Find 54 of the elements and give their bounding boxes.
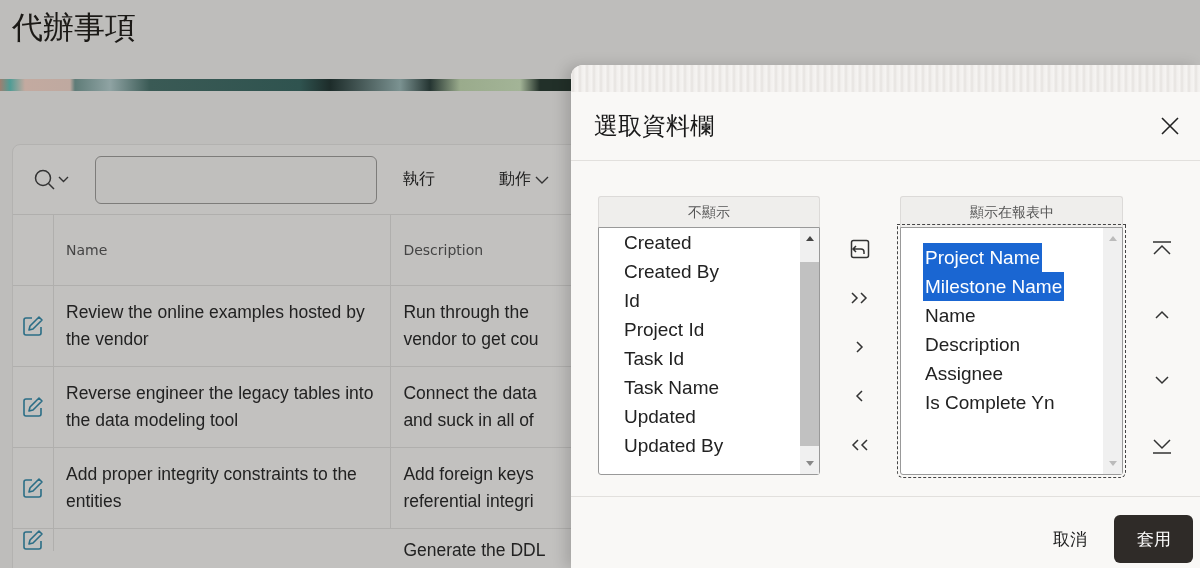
arrow-down-icon: [1107, 460, 1118, 468]
table-cell-text: Add foreign keys referential integri: [403, 463, 534, 513]
list-option[interactable]: Created: [622, 228, 694, 257]
list-box[interactable]: Project Name Milestone Name Name Description Assignee Is Complete Yn: [900, 227, 1123, 475]
list-option[interactable]: Name: [923, 301, 978, 330]
search-menu-button[interactable]: [33, 167, 69, 192]
list-option[interactable]: Project Name: [923, 243, 1043, 272]
table-cell-text: Reverse engineer the legacy tables into the data modeling tool: [66, 382, 375, 432]
list-option[interactable]: Updated By: [622, 431, 726, 460]
list-option[interactable]: Milestone Name: [923, 272, 1065, 301]
search-icon: [33, 167, 69, 192]
table-cell-text: Add proper integrity constraints to the entities: [66, 463, 358, 513]
apply-button[interactable]: 套用: [1114, 515, 1193, 563]
table-cell-text: Generate the DDL: [403, 539, 546, 562]
list-option[interactable]: Task Id: [622, 344, 687, 373]
arrow-up-icon: [1107, 234, 1118, 242]
list-box[interactable]: Created Created By Id Project Id Task Id Task Name Updated Updated By: [598, 227, 821, 475]
list-option[interactable]: Created By: [622, 257, 722, 286]
search-field[interactable]: [95, 155, 377, 204]
caret-icon: [535, 174, 549, 185]
list-option[interactable]: Id: [622, 286, 642, 315]
list-option[interactable]: Task Name: [622, 373, 722, 402]
scrollbar[interactable]: [1103, 228, 1122, 474]
list-option[interactable]: Is Complete Yn: [923, 388, 1057, 417]
list-option[interactable]: Project Id: [622, 315, 707, 344]
dialog-title: 選取資料欄: [594, 111, 714, 142]
page-title: 代辦事項: [12, 8, 136, 47]
arrow-down-icon: [804, 460, 815, 468]
arrow-up-icon: [804, 234, 815, 242]
list-option[interactable]: Updated: [622, 402, 698, 431]
go-button[interactable]: 執行: [403, 163, 435, 196]
edit-button[interactable]: [22, 529, 44, 551]
column-header: Description: [402, 241, 485, 260]
close-button[interactable]: [1160, 116, 1180, 136]
edit-icon: [22, 477, 44, 499]
table-cell-text: Run through the vendor to get cou: [403, 301, 539, 351]
cancel-button[interactable]: 取消: [1053, 515, 1087, 563]
edit-button[interactable]: [22, 315, 44, 337]
list-header: 顯示在報表中: [900, 196, 1123, 227]
column-header: Name: [54, 215, 392, 285]
edit-icon: [22, 315, 44, 337]
actions-menu-button[interactable]: 動作: [499, 163, 549, 196]
edit-icon: [22, 529, 44, 551]
scrollbar[interactable]: [800, 228, 820, 474]
edit-button[interactable]: [22, 477, 44, 499]
list-header: 不顯示: [598, 196, 821, 227]
list-option[interactable]: Assignee: [923, 359, 1006, 388]
list-option[interactable]: Description: [923, 330, 1023, 359]
table-cell-text: Review the online examples hosted by the vendor: [66, 301, 366, 351]
edit-icon: [22, 396, 44, 418]
edit-button[interactable]: [22, 396, 44, 418]
table-cell-text: Connect the data and suck in all of: [403, 382, 537, 432]
reset-button[interactable]: [850, 239, 870, 259]
reset-icon: [850, 239, 870, 259]
